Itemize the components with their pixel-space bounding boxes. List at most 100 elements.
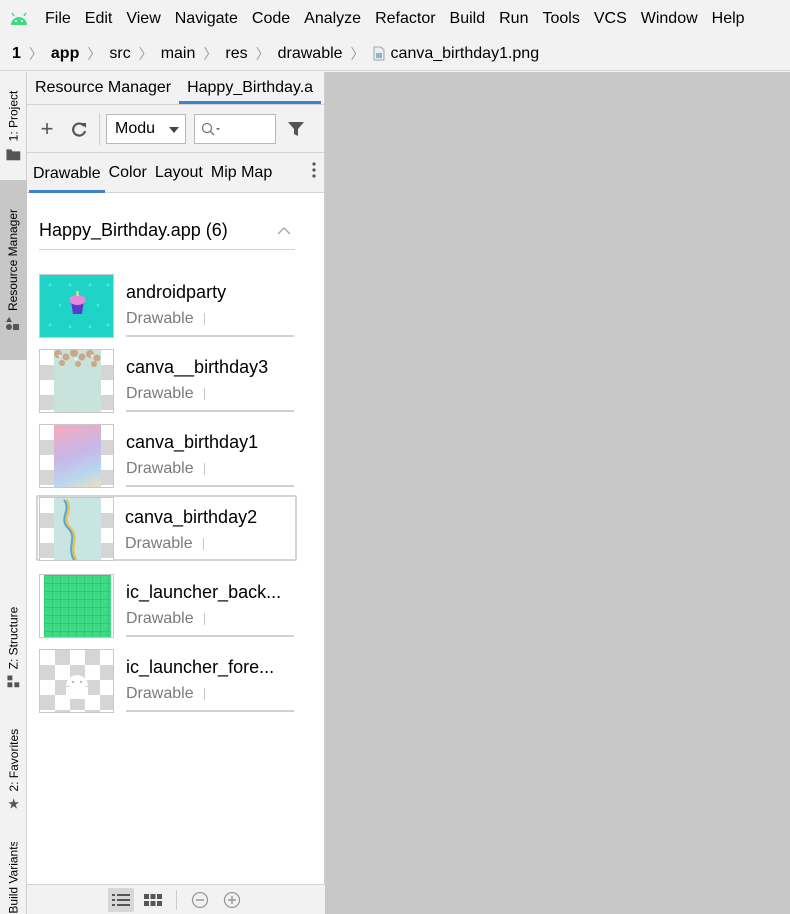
add-resource-button[interactable]: + xyxy=(33,115,61,143)
toolbar-separator xyxy=(99,112,100,145)
menu-tools[interactable]: Tools xyxy=(535,0,586,37)
zoom-in-icon xyxy=(223,891,240,908)
menu-navigate[interactable]: Navigate xyxy=(168,0,245,37)
module-select-value: Modu xyxy=(115,119,156,137)
grid-icon xyxy=(143,893,162,906)
more-options-icon[interactable] xyxy=(312,162,316,183)
resource-shapes-icon xyxy=(6,317,21,331)
zoom-out-button[interactable] xyxy=(187,888,213,912)
chevron-right-icon: 〉 xyxy=(28,45,43,62)
androidparty-thumbnail xyxy=(39,274,114,338)
search-input[interactable] xyxy=(194,113,276,144)
editor-area[interactable] xyxy=(325,72,790,914)
bottom-bar-separator xyxy=(175,889,177,910)
menu-vcs[interactable]: VCS xyxy=(587,0,634,37)
menu-window[interactable]: Window xyxy=(634,0,705,37)
menu-help[interactable]: Help xyxy=(705,0,752,37)
chevron-right-icon: 〉 xyxy=(138,45,153,62)
refresh-icon xyxy=(72,121,87,137)
resource-type: Drawable xyxy=(126,610,205,628)
menu-refactor[interactable]: Refactor xyxy=(368,0,442,37)
resource-type-tabs: Drawable Color Layout Mip Map xyxy=(27,153,324,193)
resource-divider xyxy=(126,635,294,637)
tab-layout[interactable]: Layout xyxy=(151,153,207,193)
resource-item-canva-birthday1[interactable]: canva_birthday1 Drawable xyxy=(39,422,295,488)
resource-type: Drawable xyxy=(126,385,205,403)
tool-tab-build-variants[interactable]: Build Variants xyxy=(0,842,27,914)
module-select[interactable]: Modu xyxy=(106,113,186,144)
menu-analyze[interactable]: Analyze xyxy=(297,0,368,37)
filter-button[interactable] xyxy=(282,115,310,143)
menu-edit[interactable]: Edit xyxy=(78,0,120,37)
chevron-up-icon[interactable] xyxy=(277,226,291,235)
resource-type: Drawable xyxy=(125,535,204,553)
ic-launcher-foreground-thumbnail xyxy=(39,649,114,713)
tab-mip-map[interactable]: Mip Map xyxy=(207,153,276,193)
resource-group-header[interactable]: Happy_Birthday.app (6) xyxy=(39,212,295,250)
group-title: Happy_Birthday.app (6) xyxy=(39,220,228,240)
menu-view[interactable]: View xyxy=(119,0,167,37)
tool-tab-project[interactable]: 1: Project xyxy=(0,72,27,180)
resource-name: canva_birthday1 xyxy=(126,432,259,452)
tool-tab-resource-manager-label: Resource Manager xyxy=(6,208,21,312)
resource-type: Drawable xyxy=(126,310,205,328)
chevron-right-icon: 〉 xyxy=(350,45,365,62)
breadcrumb-main[interactable]: main xyxy=(161,45,196,63)
structure-icon xyxy=(7,675,20,688)
chevron-right-icon: 〉 xyxy=(87,45,102,62)
tool-tab-structure[interactable]: Z: Structure xyxy=(0,592,27,702)
tab-drawable[interactable]: Drawable xyxy=(29,153,105,193)
resource-item-ic-launcher-foreground[interactable]: ic_launcher_fore... Drawable xyxy=(39,647,295,713)
resource-toolbar: + Modu xyxy=(27,105,324,153)
resource-divider xyxy=(126,485,294,487)
resource-item-ic-launcher-background[interactable]: ic_launcher_back... Drawable xyxy=(39,572,295,638)
resource-type: Drawable xyxy=(126,460,205,478)
menu-code[interactable]: Code xyxy=(245,0,297,37)
canva-birthday3-thumbnail xyxy=(39,349,114,413)
left-tool-strip: 1: Project Resource Manager Z: Structure… xyxy=(0,72,27,914)
breadcrumb-drawable[interactable]: drawable xyxy=(278,45,343,63)
ic-launcher-background-thumbnail xyxy=(39,574,114,638)
tool-tab-build-variants-label: Build Variants xyxy=(6,842,21,914)
breadcrumb-src[interactable]: src xyxy=(109,45,130,63)
tool-tab-resource-manager[interactable]: Resource Manager xyxy=(0,180,27,360)
zoom-in-button[interactable] xyxy=(219,888,245,912)
star-icon: ★ xyxy=(7,795,20,812)
image-file-icon xyxy=(373,46,385,61)
resource-item-canva-birthday3[interactable]: canva__birthday3 Drawable xyxy=(39,347,295,413)
list-view-button[interactable] xyxy=(107,887,134,912)
canva-birthday2-thumbnail xyxy=(39,497,114,561)
search-icon xyxy=(201,122,220,135)
breadcrumb-project-number[interactable]: 1 xyxy=(12,45,21,63)
resource-name: androidparty xyxy=(126,282,227,302)
chevron-down-icon xyxy=(169,120,179,138)
tab-color[interactable]: Color xyxy=(105,153,151,193)
grid-view-button[interactable] xyxy=(140,888,166,912)
plus-icon: + xyxy=(40,115,54,141)
menu-run[interactable]: Run xyxy=(492,0,535,37)
resource-type: Drawable xyxy=(126,685,205,703)
breadcrumb-res[interactable]: res xyxy=(225,45,247,63)
panel-tab-bar: Resource Manager Happy_Birthday.a xyxy=(27,72,324,105)
resource-divider xyxy=(126,710,294,712)
breadcrumb-file[interactable]: canva_birthday1.png xyxy=(391,45,540,63)
breadcrumb-app[interactable]: app xyxy=(51,45,79,63)
tab-resource-manager[interactable]: Resource Manager xyxy=(27,72,179,104)
resource-divider xyxy=(126,410,294,412)
resource-divider xyxy=(126,335,294,337)
folder-icon xyxy=(6,148,21,161)
menu-build[interactable]: Build xyxy=(443,0,493,37)
refresh-button[interactable] xyxy=(65,115,93,143)
resource-name: canva__birthday3 xyxy=(126,357,269,377)
tool-tab-favorites[interactable]: ★ 2: Favorites xyxy=(0,717,27,822)
resource-item-androidparty[interactable]: androidparty Drawable xyxy=(39,272,295,338)
filter-icon xyxy=(288,121,304,136)
tab-happy-birthday-app[interactable]: Happy_Birthday.a xyxy=(179,72,322,104)
resource-item-canva-birthday2[interactable]: canva_birthday2 Drawable xyxy=(36,495,297,561)
resource-name: ic_launcher_back... xyxy=(126,582,282,602)
canva-birthday1-thumbnail xyxy=(39,424,114,488)
chevron-right-icon: 〉 xyxy=(255,45,270,62)
tool-tab-project-label: 1: Project xyxy=(6,90,21,142)
tool-tab-favorites-label: 2: Favorites xyxy=(6,728,21,792)
menu-file[interactable]: File xyxy=(38,0,78,37)
